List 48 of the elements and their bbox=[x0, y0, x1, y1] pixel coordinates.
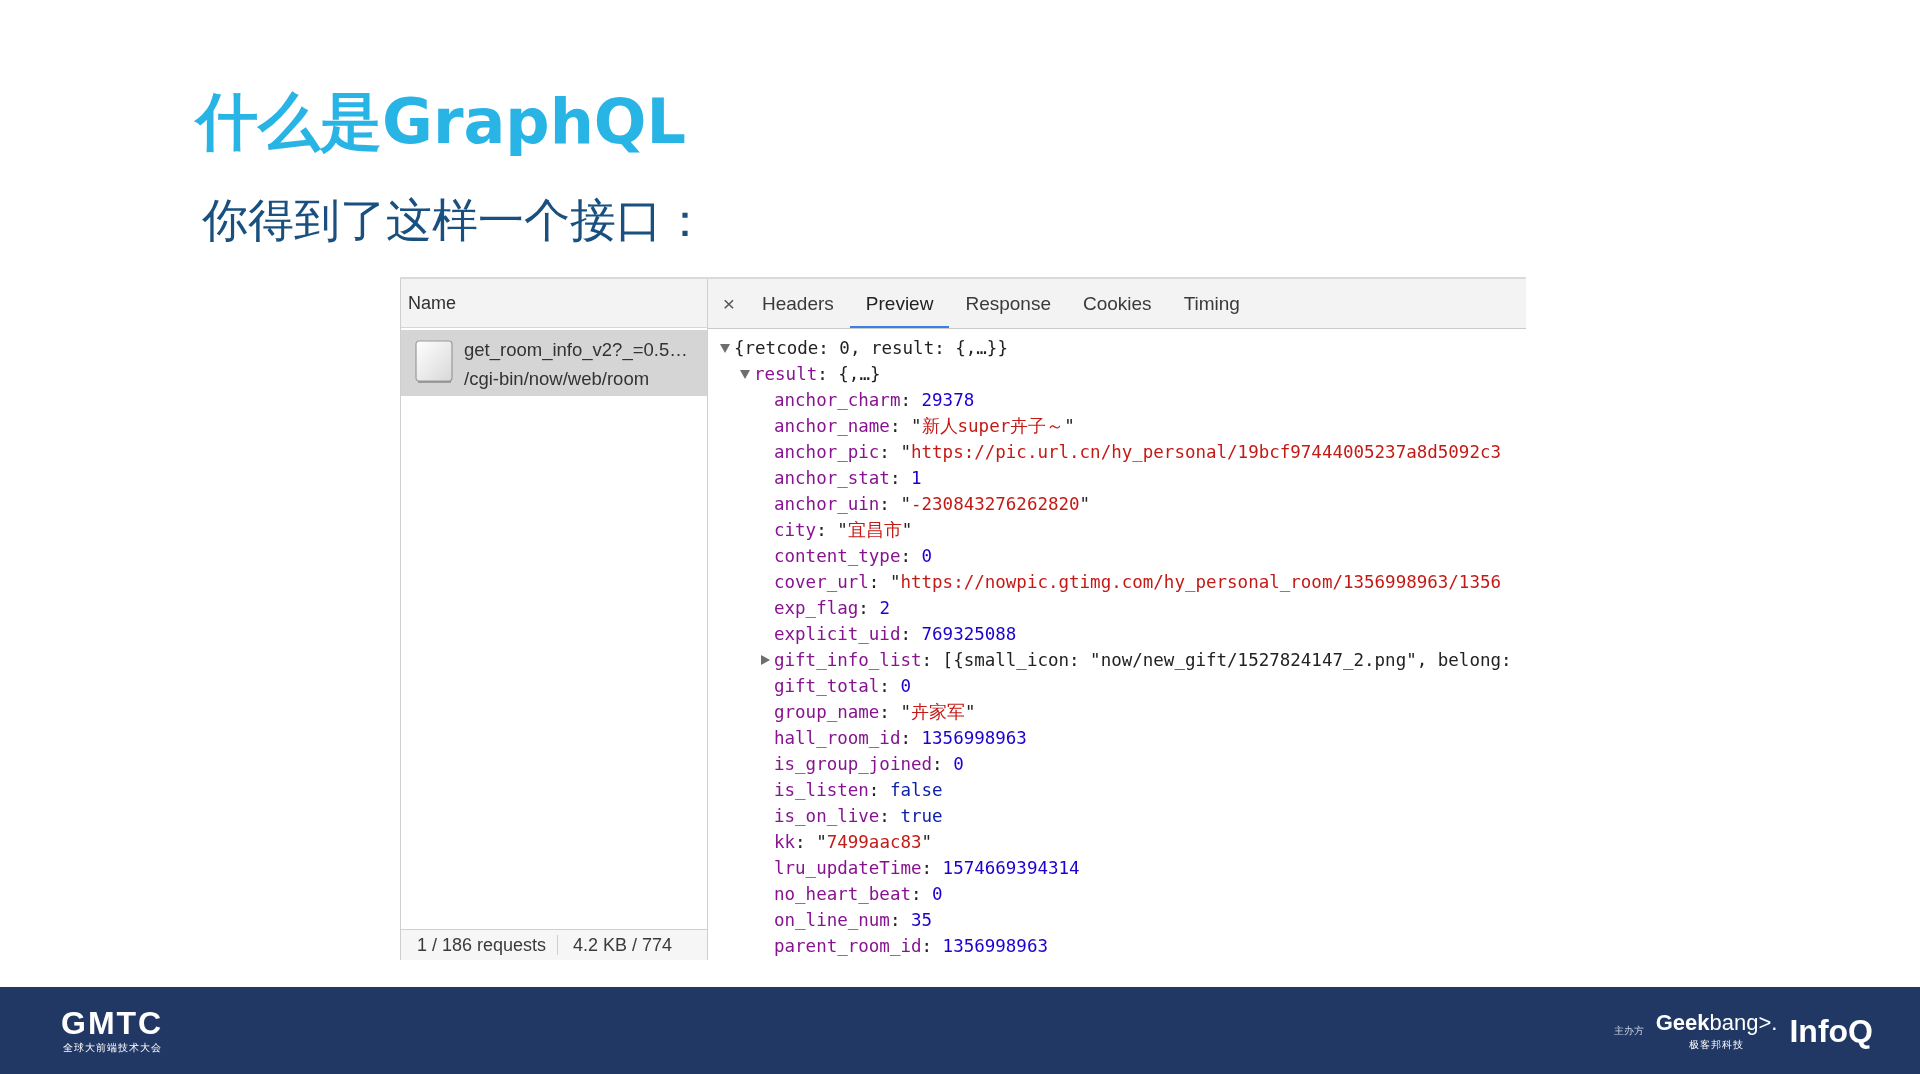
json-property: kk: "7499aac83" bbox=[774, 831, 933, 854]
sponsor-logo: Geekbang>. bbox=[1655, 1009, 1778, 1036]
tab[interactable]: Response bbox=[949, 279, 1067, 328]
tab[interactable]: Timing bbox=[1167, 279, 1256, 328]
json-property: content_type: 0 bbox=[774, 545, 933, 568]
json-property: result: {,…} bbox=[754, 363, 881, 386]
transfer-size: 4.2 KB / 774 bbox=[573, 934, 673, 956]
tab[interactable]: Preview bbox=[849, 279, 950, 328]
column-header[interactable]: Name bbox=[401, 279, 707, 328]
tab[interactable]: Headers bbox=[746, 279, 850, 328]
conference-tagline: 全球大前端技术大会 bbox=[62, 1040, 162, 1055]
json-property: anchor_name: "新人super卉子～" bbox=[774, 415, 1075, 438]
json-property: on_line_num: 35 bbox=[774, 909, 933, 932]
slide-title: 什么是GraphQL bbox=[196, 85, 687, 159]
json-property: lru_updateTime: 1574669394314 bbox=[774, 857, 1080, 880]
json-property: gift_info_list: [{small_icon: "now/new_gift/1527824147_2.png", belong: bbox=[774, 649, 1512, 672]
json-property: no_heart_beat: 0 bbox=[774, 883, 943, 906]
request-row[interactable]: get_room_info_v2?_=0.5… /cgi-bin/now/web/room bbox=[401, 330, 707, 396]
json-property: is_group_joined: 0 bbox=[774, 753, 964, 776]
disclosure-triangle-icon[interactable] bbox=[760, 655, 770, 665]
request-name: get_room_info_v2?_=0.5… bbox=[464, 338, 688, 363]
document-icon bbox=[415, 340, 453, 383]
disclosure-triangle-icon[interactable] bbox=[720, 343, 730, 353]
json-property: cover_url: "https://nowpic.gtimg.com/hy_personal_room/1356998963/1356 bbox=[774, 571, 1501, 594]
disclosure-triangle-icon[interactable] bbox=[740, 369, 750, 379]
request-count: 1 / 186 requests bbox=[416, 934, 548, 956]
json-property: anchor_charm: 29378 bbox=[774, 389, 975, 412]
close-button[interactable]: × bbox=[721, 279, 737, 328]
json-property: anchor_pic: "https://pic.url.cn/hy_personal/19bcf97444005237a8d5092c3 bbox=[774, 441, 1501, 464]
json-property: explicit_uid: 769325088 bbox=[774, 623, 1017, 646]
request-path: /cgi-bin/now/web/room bbox=[464, 367, 650, 391]
json-property: parent_room_id: 1356998963 bbox=[774, 935, 1048, 958]
json-property: anchor_uin: "-230843276262820" bbox=[774, 493, 1091, 516]
sponsor-tagline: 极客邦科技 bbox=[1689, 1037, 1745, 1052]
json-property: is_on_live: true bbox=[774, 805, 943, 828]
sponsor-logo: InfoQ bbox=[1789, 1012, 1873, 1049]
organizer-label: 主办方 bbox=[1613, 1024, 1644, 1037]
json-property: group_name: "卉家军" bbox=[774, 701, 976, 724]
slide-subtitle: 你得到了这样一个接口： bbox=[202, 192, 708, 248]
json-property: anchor_stat: 1 bbox=[774, 467, 922, 490]
json-property: city: "宜昌市" bbox=[774, 519, 913, 542]
json-property: is_listen: false bbox=[774, 779, 943, 802]
json-property: hall_room_id: 1356998963 bbox=[774, 727, 1027, 750]
conference-logo: GMTC bbox=[61, 1006, 164, 1039]
json-property: exp_flag: 2 bbox=[774, 597, 890, 620]
json-summary: {retcode: 0, result: {,…}} bbox=[734, 337, 1008, 360]
json-property: gift_total: 0 bbox=[774, 675, 911, 698]
tab[interactable]: Cookies bbox=[1066, 279, 1168, 328]
